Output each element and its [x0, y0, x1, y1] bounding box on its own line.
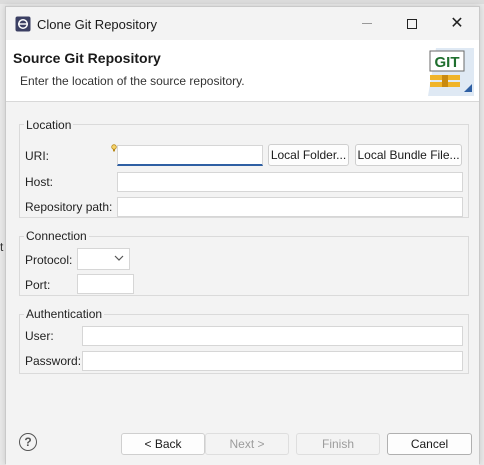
uri-label: URI:	[25, 149, 49, 163]
help-icon[interactable]: ?	[19, 433, 37, 451]
wizard-footer: ? < Back Next > Finish Cancel	[6, 425, 479, 465]
cancel-button[interactable]: Cancel	[387, 433, 472, 455]
git-logo-icon: GIT	[428, 48, 474, 96]
wizard-header: Source Git Repository Enter the location…	[6, 40, 479, 102]
location-group-label: Location	[24, 118, 74, 132]
title-bar: Clone Git Repository ✕	[6, 7, 479, 40]
git-logo-text: GIT	[435, 54, 460, 71]
close-button[interactable]: ✕	[434, 7, 480, 40]
wizard-content: Location URI: Local Folder... Local Bund…	[6, 102, 479, 425]
user-label: User:	[25, 329, 54, 343]
port-label: Port:	[25, 278, 51, 292]
protocol-label: Protocol:	[25, 253, 73, 267]
page-description: Enter the location of the source reposit…	[20, 74, 245, 88]
host-label: Host:	[25, 175, 54, 189]
maximize-button[interactable]	[389, 7, 435, 40]
minimize-button[interactable]	[344, 7, 390, 40]
close-icon: ✕	[450, 14, 464, 32]
maximize-icon	[407, 18, 417, 29]
clone-git-repository-dialog: Clone Git Repository ✕ Source Git Reposi…	[5, 6, 480, 465]
authentication-group-label: Authentication	[24, 307, 105, 321]
window-title: Clone Git Repository	[37, 17, 157, 32]
local-folder-button[interactable]: Local Folder...	[268, 144, 349, 166]
next-button[interactable]: Next >	[205, 433, 289, 455]
repository-path-label: Repository path:	[25, 200, 113, 214]
back-button[interactable]: < Back	[121, 433, 205, 455]
page-title: Source Git Repository	[13, 50, 161, 66]
finish-button[interactable]: Finish	[296, 433, 380, 455]
user-input[interactable]	[82, 326, 463, 346]
minimize-icon	[362, 23, 372, 24]
background-strip	[0, 0, 484, 4]
background-text-fragment: t	[0, 240, 4, 254]
connection-group-label: Connection	[24, 229, 89, 243]
protocol-select[interactable]	[77, 248, 130, 270]
port-input[interactable]	[77, 274, 134, 294]
eclipse-icon	[15, 16, 31, 32]
host-input[interactable]	[117, 172, 463, 192]
chevron-down-icon	[114, 255, 124, 261]
repository-path-input[interactable]	[117, 197, 463, 217]
local-bundle-file-button[interactable]: Local Bundle File...	[355, 144, 462, 166]
uri-input[interactable]	[117, 145, 263, 166]
password-label: Password:	[25, 354, 82, 368]
password-input[interactable]	[82, 351, 463, 371]
